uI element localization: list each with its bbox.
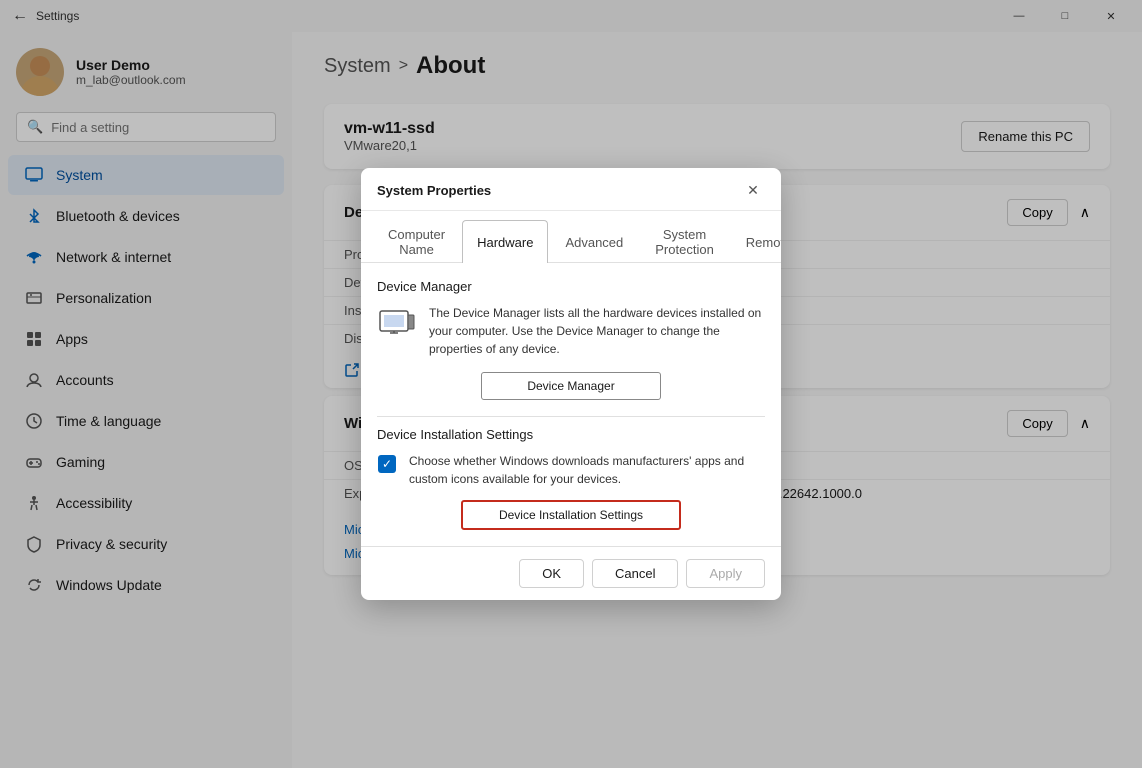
device-installation-settings-button[interactable]: Device Installation Settings bbox=[461, 500, 681, 530]
modal-cancel-button[interactable]: Cancel bbox=[592, 559, 678, 588]
tab-system-protection[interactable]: System Protection bbox=[640, 220, 729, 263]
modal-close-button[interactable]: ✕ bbox=[741, 178, 765, 202]
modal-body: Device Manager The Device Manager lists … bbox=[361, 263, 781, 546]
modal-divider bbox=[377, 416, 765, 417]
modal-tabs: Computer Name Hardware Advanced System P… bbox=[361, 211, 781, 263]
tab-computer-name[interactable]: Computer Name bbox=[373, 220, 460, 263]
tab-advanced[interactable]: Advanced bbox=[550, 220, 638, 263]
system-properties-modal: System Properties ✕ Computer Name Hardwa… bbox=[361, 168, 781, 600]
device-manager-icon bbox=[377, 304, 417, 344]
device-install-row: ✓ Choose whether Windows downloads manuf… bbox=[377, 452, 765, 488]
device-manager-row: The Device Manager lists all the hardwar… bbox=[377, 304, 765, 358]
modal-ok-button[interactable]: OK bbox=[519, 559, 584, 588]
device-manager-section-title: Device Manager bbox=[377, 279, 765, 294]
device-install-description: Choose whether Windows downloads manufac… bbox=[409, 452, 765, 488]
device-install-checkbox-area[interactable]: ✓ bbox=[377, 454, 397, 474]
modal-title-bar: System Properties ✕ bbox=[361, 168, 781, 211]
device-manager-button[interactable]: Device Manager bbox=[481, 372, 661, 400]
modal-footer: OK Cancel Apply bbox=[361, 546, 781, 600]
device-install-section-title: Device Installation Settings bbox=[377, 427, 765, 442]
tab-remote[interactable]: Remote bbox=[731, 220, 781, 263]
modal-apply-button[interactable]: Apply bbox=[686, 559, 765, 588]
device-install-checkbox: ✓ bbox=[378, 455, 396, 473]
tab-hardware[interactable]: Hardware bbox=[462, 220, 548, 263]
modal-title: System Properties bbox=[377, 183, 491, 198]
modal-overlay[interactable]: System Properties ✕ Computer Name Hardwa… bbox=[0, 0, 1142, 768]
device-manager-description: The Device Manager lists all the hardwar… bbox=[429, 304, 765, 358]
